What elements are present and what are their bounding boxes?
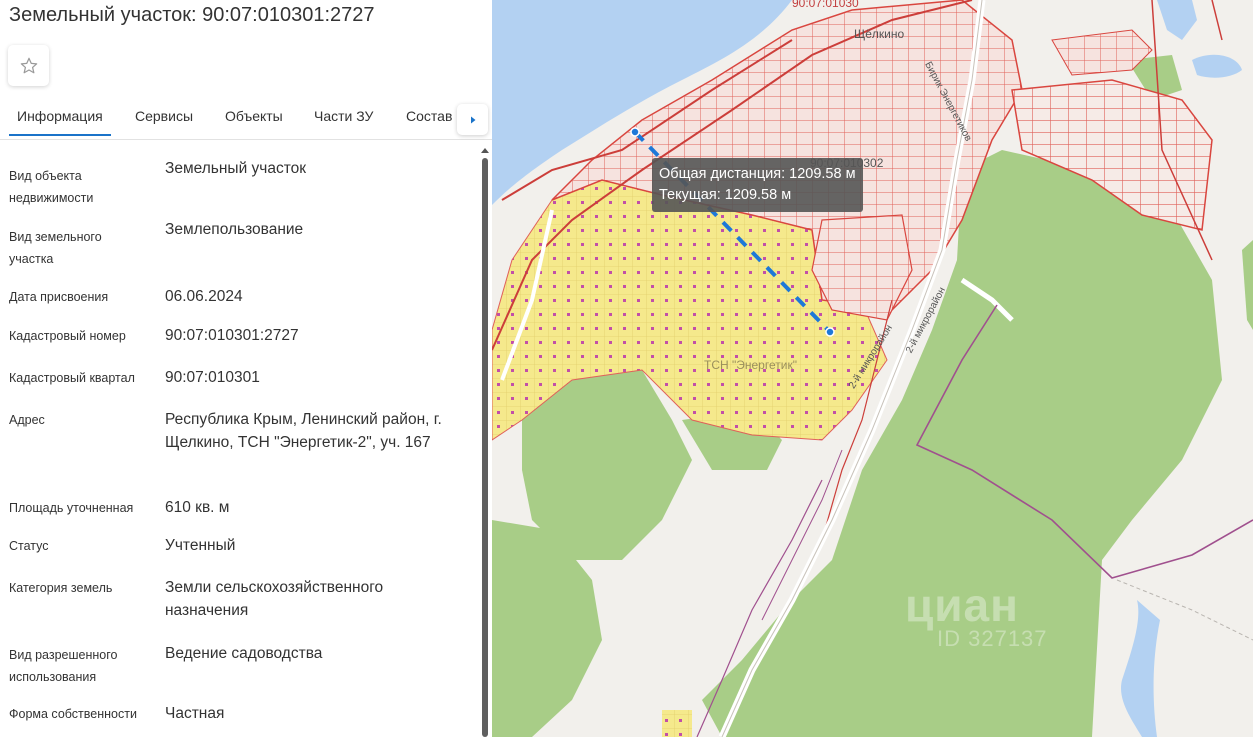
watermark-brand: циан [905, 579, 1019, 631]
row-value: 90:07:010301:2727 [165, 327, 299, 344]
row-label: Вид разрешенного использования [9, 648, 118, 684]
measure-end-point [825, 327, 835, 337]
star-icon [20, 57, 37, 73]
tab-parts[interactable]: Части ЗУ [314, 108, 373, 124]
tab-services[interactable]: Сервисы [135, 108, 193, 124]
row-label: Кадастровый номер [9, 329, 126, 343]
tab-objects[interactable]: Объекты [225, 108, 283, 124]
row-value: Ведение садоводства [165, 645, 323, 662]
tsn-label: ТСН "Энергетик" [704, 358, 797, 372]
row-label: Кадастровый квартал [9, 371, 135, 385]
row-label: Вид земельного участка [9, 230, 102, 266]
row-label: Адрес [9, 413, 45, 427]
town-label: Щёлкино [854, 27, 905, 41]
total-distance: Общая дистанция: 1209.58 м [659, 166, 856, 182]
current-distance: Текущая: 1209.58 м [659, 187, 792, 203]
scroll-thumb[interactable] [482, 158, 488, 737]
row-label: Категория земель [9, 581, 113, 595]
top-quarter-label: 90:07:01030 [792, 0, 859, 10]
row-value: Республика Крым, Ленинский район, г. Щел… [165, 411, 442, 451]
tabs-next-button[interactable] [457, 104, 488, 135]
map-canvas[interactable] [492, 0, 1253, 737]
watermark: циан ID 327137 [905, 578, 1048, 652]
row-value: Учтенный [165, 537, 236, 554]
page-title: Земельный участок: 90:07:010301:2727 [9, 4, 375, 26]
measure-start-point [630, 127, 640, 137]
tab-bar: Информация Сервисы Объекты Части ЗУ Сост… [0, 98, 492, 140]
row-value: 90:07:010301 [165, 369, 260, 386]
scroll-up-icon[interactable] [481, 148, 489, 153]
watermark-id: ID 327137 [937, 626, 1048, 651]
row-label: Вид объекта недвижимости [9, 169, 94, 205]
row-label: Форма собственности [9, 707, 137, 721]
row-label: Дата присвоения [9, 290, 109, 304]
row-value: 06.06.2024 [165, 288, 243, 305]
map-view[interactable]: Щёлкино 90:07:010302 90:07:01030 ТСН "Эн… [492, 0, 1253, 737]
row-value: Частная [165, 705, 225, 722]
tab-information[interactable]: Информация [9, 108, 111, 136]
row-value: Земельный участок [165, 160, 307, 177]
favorite-button[interactable] [8, 45, 49, 86]
scrollbar[interactable] [480, 144, 490, 737]
info-panel: Земельный участок: 90:07:010301:2727 Инф… [0, 0, 492, 737]
row-label: Статус [9, 539, 49, 553]
row-value: 610 кв. м [165, 499, 230, 516]
tab-composition[interactable]: Состав [406, 108, 452, 124]
row-value: Земли сельскохозяйственного назначения [165, 579, 384, 619]
distance-tooltip: Общая дистанция: 1209.58 м Текущая: 1209… [652, 158, 863, 212]
chevron-right-icon [470, 116, 475, 123]
row-label: Площадь уточненная [9, 501, 134, 515]
row-value: Землепользование [165, 221, 304, 238]
